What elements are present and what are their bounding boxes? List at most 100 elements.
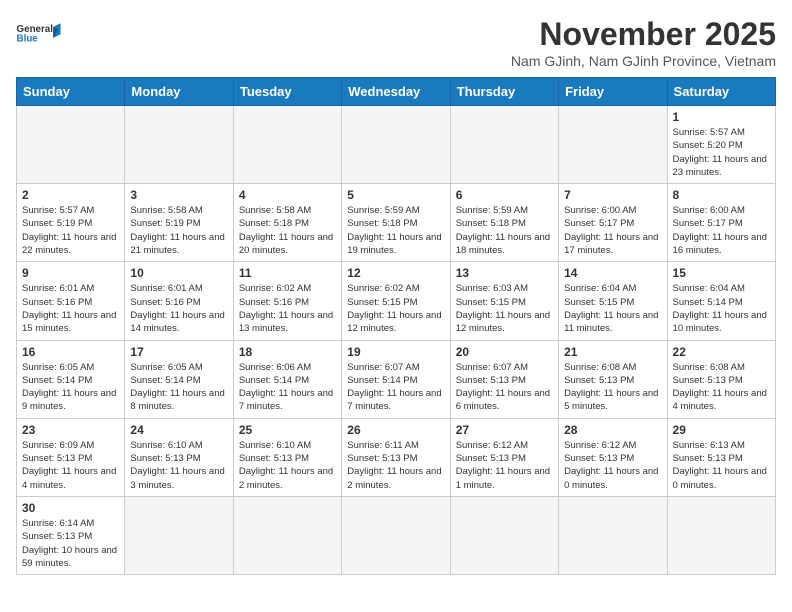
day-number: 11 (239, 266, 336, 280)
day-number: 27 (456, 423, 553, 437)
day-number: 14 (564, 266, 661, 280)
day-number: 1 (673, 110, 770, 124)
day-info: Sunrise: 6:04 AM Sunset: 5:14 PM Dayligh… (673, 282, 770, 335)
calendar-day-cell: 21Sunrise: 6:08 AM Sunset: 5:13 PM Dayli… (559, 340, 667, 418)
day-number: 6 (456, 188, 553, 202)
calendar-day-cell: 10Sunrise: 6:01 AM Sunset: 5:16 PM Dayli… (125, 262, 233, 340)
calendar-day-cell: 24 Sunrise: 6:10 AM Sunset: 5:13 PM Dayli… (125, 418, 233, 496)
day-number: 24 (130, 423, 227, 437)
calendar-day-cell (667, 496, 775, 574)
day-info: Sunrise: 6:02 AM Sunset: 5:15 PM Dayligh… (347, 282, 444, 335)
day-info: Sunrise: 6:05 AM Sunset: 5:14 PM Dayligh… (130, 361, 227, 414)
page-header: General Blue November 2025 Nam GJinh, Na… (16, 16, 776, 69)
calendar-day-cell: 8Sunrise: 6:00 AM Sunset: 5:17 PM Daylig… (667, 184, 775, 262)
calendar-day-cell: 9 Sunrise: 6:01 AM Sunset: 5:16 PM Daylig… (17, 262, 125, 340)
day-number: 16 (22, 345, 119, 359)
location-subtitle: Nam GJinh, Nam GJinh Province, Vietnam (511, 53, 776, 69)
weekday-header-row: Sunday Monday Tuesday Wednesday Thursday… (17, 78, 776, 106)
day-number: 26 (347, 423, 444, 437)
calendar-day-cell: 29Sunrise: 6:13 AM Sunset: 5:13 PM Dayli… (667, 418, 775, 496)
day-number: 22 (673, 345, 770, 359)
day-info: Sunrise: 6:12 AM Sunset: 5:13 PM Dayligh… (456, 439, 553, 492)
calendar-day-cell: 28 Sunrise: 6:12 AM Sunset: 5:13 PM Dayli… (559, 418, 667, 496)
day-number: 9 (22, 266, 119, 280)
day-info: Sunrise: 6:14 AM Sunset: 5:13 PM Dayligh… (22, 517, 119, 570)
day-info: Sunrise: 5:57 AM Sunset: 5:19 PM Dayligh… (22, 204, 119, 257)
day-info: Sunrise: 5:57 AM Sunset: 5:20 PM Dayligh… (673, 126, 770, 179)
calendar-day-cell (559, 496, 667, 574)
calendar-day-cell (342, 496, 450, 574)
calendar-day-cell: 3 Sunrise: 5:58 AM Sunset: 5:19 PM Daylig… (125, 184, 233, 262)
calendar-day-cell (125, 106, 233, 184)
day-info: Sunrise: 6:11 AM Sunset: 5:13 PM Dayligh… (347, 439, 444, 492)
day-number: 30 (22, 501, 119, 515)
calendar-day-cell: 12 Sunrise: 6:02 AM Sunset: 5:15 PM Dayli… (342, 262, 450, 340)
day-info: Sunrise: 6:04 AM Sunset: 5:15 PM Dayligh… (564, 282, 661, 335)
day-number: 15 (673, 266, 770, 280)
day-number: 20 (456, 345, 553, 359)
day-info: Sunrise: 6:00 AM Sunset: 5:17 PM Dayligh… (673, 204, 770, 257)
day-info: Sunrise: 5:59 AM Sunset: 5:18 PM Dayligh… (456, 204, 553, 257)
day-number: 7 (564, 188, 661, 202)
calendar-day-cell (450, 496, 558, 574)
calendar-day-cell: 5Sunrise: 5:59 AM Sunset: 5:18 PM Daylig… (342, 184, 450, 262)
day-info: Sunrise: 6:02 AM Sunset: 5:16 PM Dayligh… (239, 282, 336, 335)
day-info: Sunrise: 5:58 AM Sunset: 5:19 PM Dayligh… (130, 204, 227, 257)
day-info: Sunrise: 6:12 AM Sunset: 5:13 PM Dayligh… (564, 439, 661, 492)
header-friday: Friday (559, 78, 667, 106)
calendar-day-cell (342, 106, 450, 184)
day-number: 19 (347, 345, 444, 359)
day-number: 25 (239, 423, 336, 437)
calendar-day-cell (17, 106, 125, 184)
calendar-day-cell: 2Sunrise: 5:57 AM Sunset: 5:19 PM Daylig… (17, 184, 125, 262)
calendar-week-row: 2Sunrise: 5:57 AM Sunset: 5:19 PM Daylig… (17, 184, 776, 262)
header-saturday: Saturday (667, 78, 775, 106)
day-number: 13 (456, 266, 553, 280)
calendar-day-cell (233, 496, 341, 574)
day-info: Sunrise: 6:10 AM Sunset: 5:13 PM Dayligh… (239, 439, 336, 492)
calendar-day-cell: 16 Sunrise: 6:05 AM Sunset: 5:14 PM Dayli… (17, 340, 125, 418)
day-number: 23 (22, 423, 119, 437)
calendar-day-cell: 25 Sunrise: 6:10 AM Sunset: 5:13 PM Dayli… (233, 418, 341, 496)
calendar-day-cell: 6 Sunrise: 5:59 AM Sunset: 5:18 PM Daylig… (450, 184, 558, 262)
calendar-table: Sunday Monday Tuesday Wednesday Thursday… (16, 77, 776, 575)
svg-text:Blue: Blue (17, 34, 39, 44)
title-area: November 2025 Nam GJinh, Nam GJinh Provi… (511, 16, 776, 69)
logo-svg: General Blue (16, 22, 66, 44)
day-number: 21 (564, 345, 661, 359)
logo: General Blue (16, 16, 66, 44)
calendar-day-cell: 19 Sunrise: 6:07 AM Sunset: 5:14 PM Dayli… (342, 340, 450, 418)
calendar-day-cell (450, 106, 558, 184)
day-number: 28 (564, 423, 661, 437)
calendar-day-cell: 20 Sunrise: 6:07 AM Sunset: 5:13 PM Dayli… (450, 340, 558, 418)
header-monday: Monday (125, 78, 233, 106)
calendar-day-cell (125, 496, 233, 574)
day-number: 18 (239, 345, 336, 359)
calendar-day-cell: 4Sunrise: 5:58 AM Sunset: 5:18 PM Daylig… (233, 184, 341, 262)
day-info: Sunrise: 6:01 AM Sunset: 5:16 PM Dayligh… (22, 282, 119, 335)
calendar-day-cell (559, 106, 667, 184)
day-info: Sunrise: 6:05 AM Sunset: 5:14 PM Dayligh… (22, 361, 119, 414)
day-info: Sunrise: 6:00 AM Sunset: 5:17 PM Dayligh… (564, 204, 661, 257)
calendar-day-cell: 14 Sunrise: 6:04 AM Sunset: 5:15 PM Dayli… (559, 262, 667, 340)
calendar-day-cell: 22Sunrise: 6:08 AM Sunset: 5:13 PM Dayli… (667, 340, 775, 418)
calendar-day-cell: 11 Sunrise: 6:02 AM Sunset: 5:16 PM Dayli… (233, 262, 341, 340)
calendar-day-cell: 30 Sunrise: 6:14 AM Sunset: 5:13 PM Dayli… (17, 496, 125, 574)
header-wednesday: Wednesday (342, 78, 450, 106)
day-info: Sunrise: 6:03 AM Sunset: 5:15 PM Dayligh… (456, 282, 553, 335)
calendar-day-cell: 7 Sunrise: 6:00 AM Sunset: 5:17 PM Daylig… (559, 184, 667, 262)
calendar-day-cell: 18 Sunrise: 6:06 AM Sunset: 5:14 PM Dayli… (233, 340, 341, 418)
day-number: 17 (130, 345, 227, 359)
day-info: Sunrise: 6:10 AM Sunset: 5:13 PM Dayligh… (130, 439, 227, 492)
day-info: Sunrise: 6:13 AM Sunset: 5:13 PM Dayligh… (673, 439, 770, 492)
day-info: Sunrise: 6:07 AM Sunset: 5:13 PM Dayligh… (456, 361, 553, 414)
day-info: Sunrise: 6:07 AM Sunset: 5:14 PM Dayligh… (347, 361, 444, 414)
day-number: 12 (347, 266, 444, 280)
day-number: 10 (130, 266, 227, 280)
calendar-week-row: 30 Sunrise: 6:14 AM Sunset: 5:13 PM Dayli… (17, 496, 776, 574)
day-number: 3 (130, 188, 227, 202)
calendar-week-row: 23Sunrise: 6:09 AM Sunset: 5:13 PM Dayli… (17, 418, 776, 496)
calendar-week-row: 9 Sunrise: 6:01 AM Sunset: 5:16 PM Daylig… (17, 262, 776, 340)
day-info: Sunrise: 6:06 AM Sunset: 5:14 PM Dayligh… (239, 361, 336, 414)
calendar-day-cell (233, 106, 341, 184)
